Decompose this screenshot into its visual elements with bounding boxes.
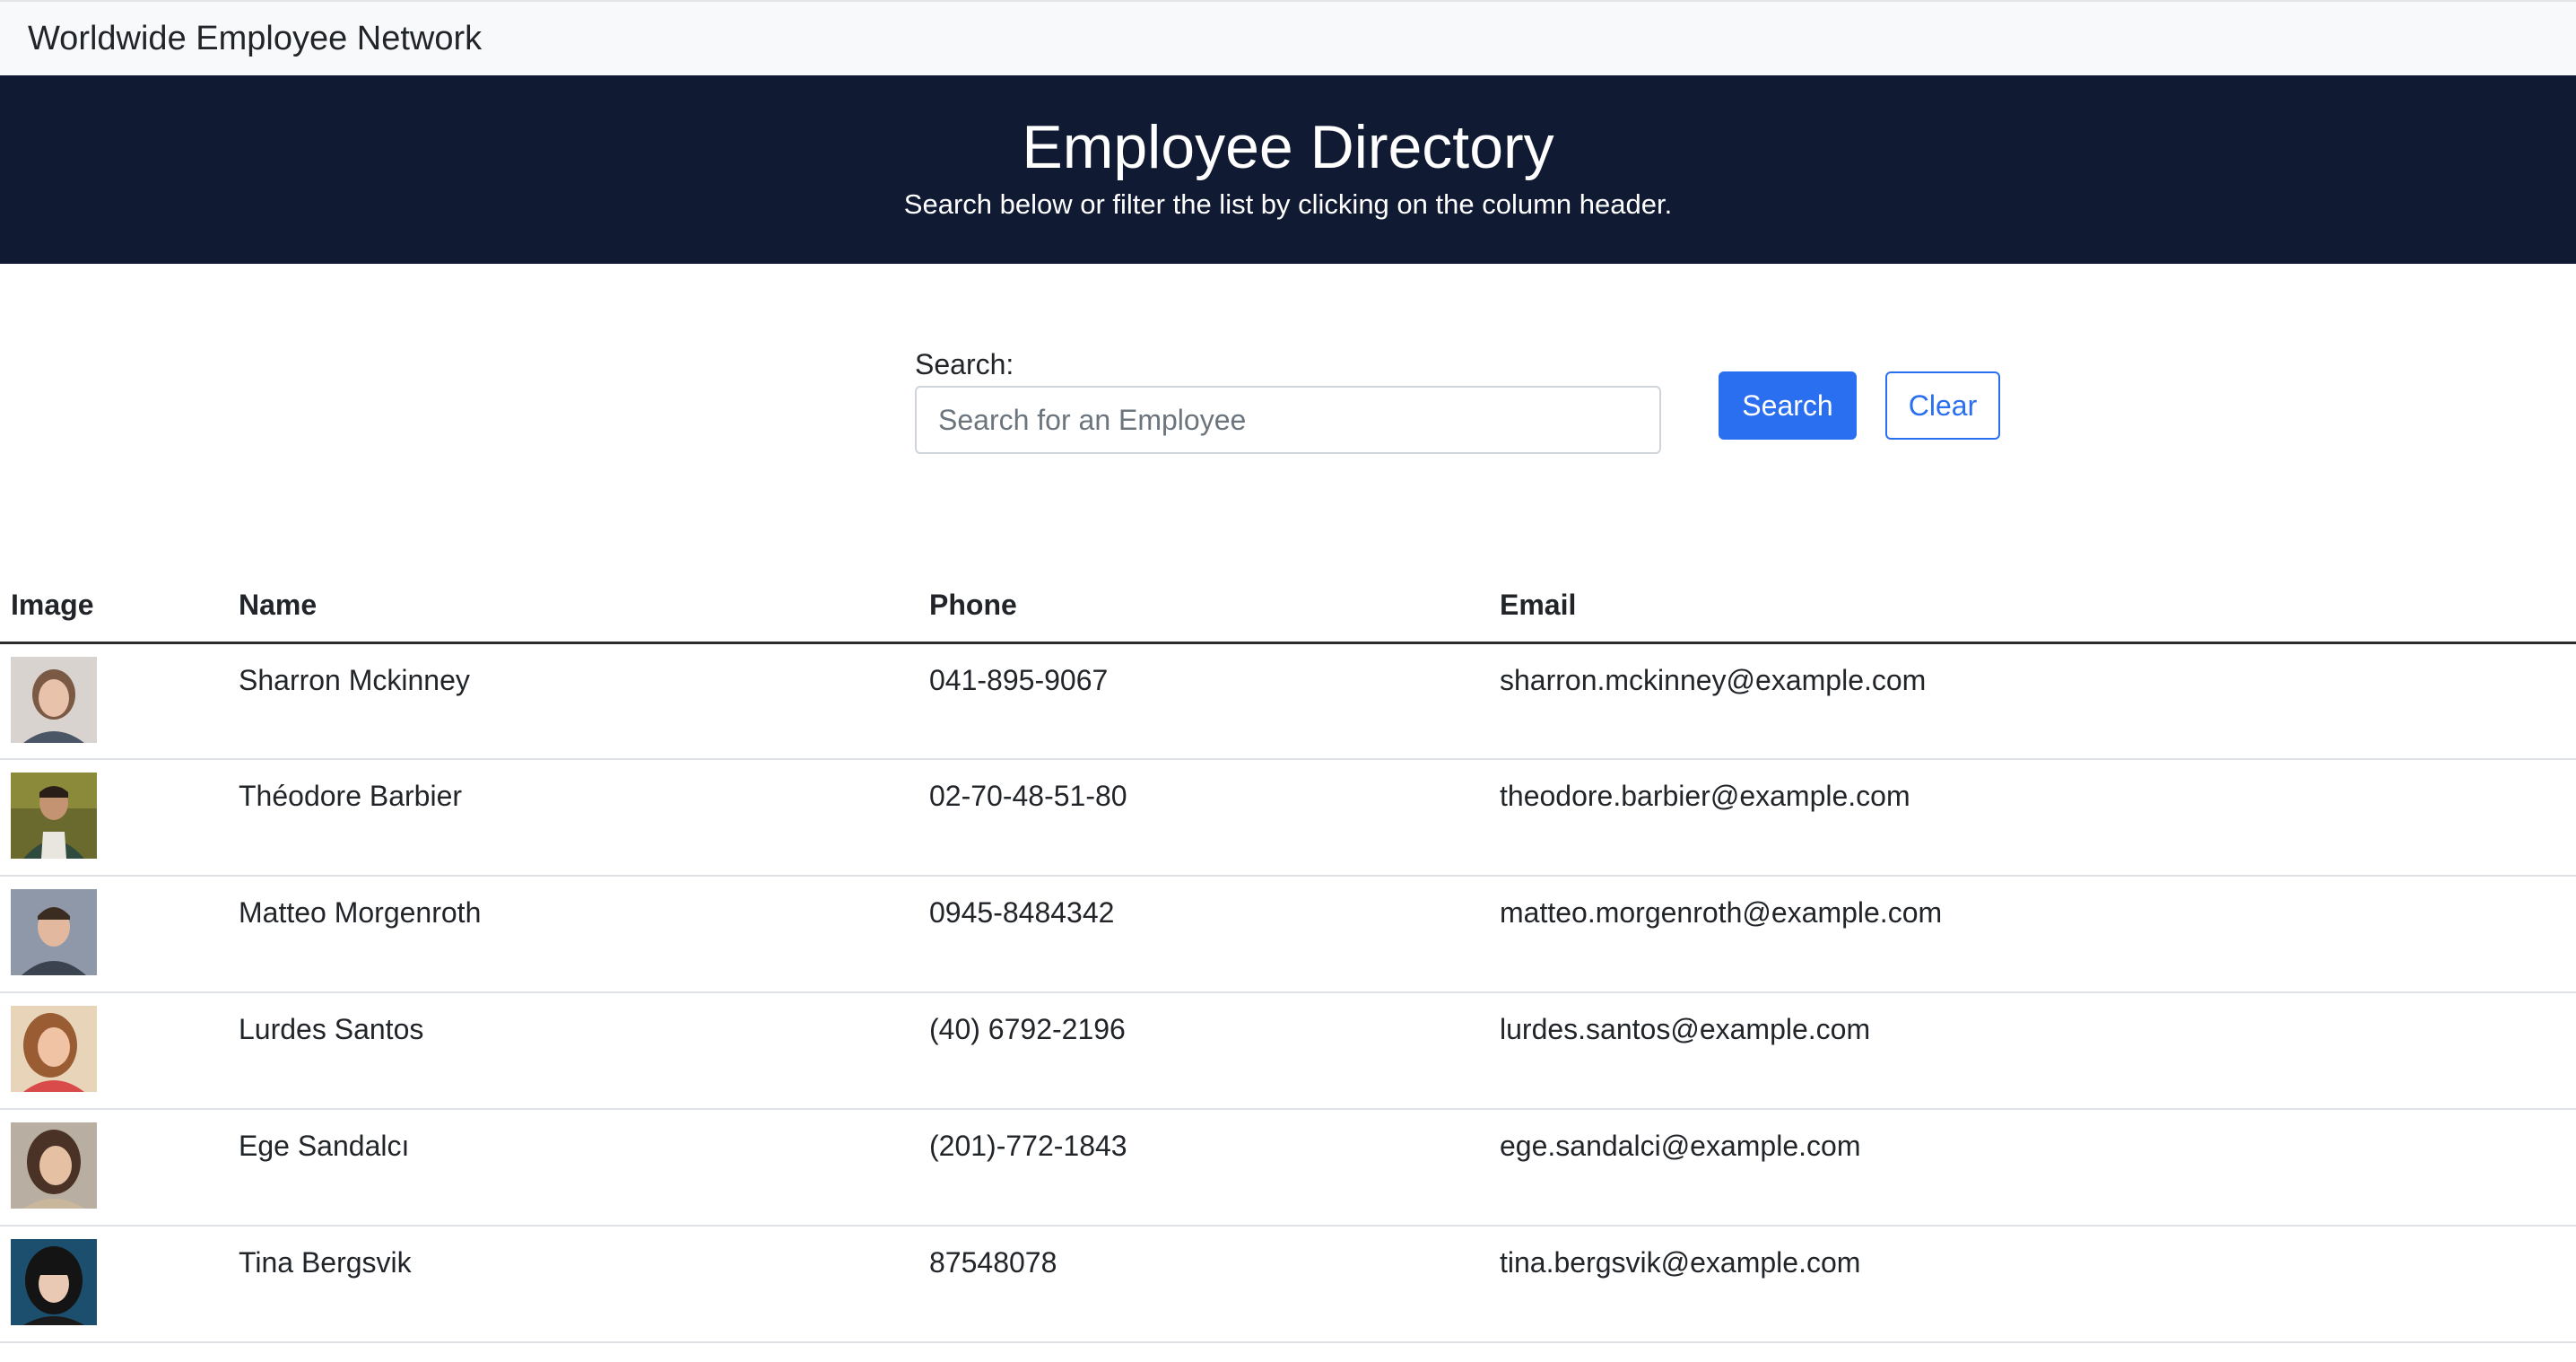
- image-cell: [0, 759, 239, 877]
- page-title: Employee Directory: [1022, 113, 1554, 181]
- table-header-row: Image Name Phone Email: [0, 574, 2576, 644]
- table-row: Ege Sandalcı (201)-772-1843 ege.sandalci…: [0, 1109, 2576, 1227]
- employee-name: Tina Bergsvik: [239, 1226, 929, 1343]
- employee-photo: [11, 1239, 97, 1325]
- employee-email[interactable]: matteo.morgenroth@example.com: [1500, 876, 2576, 993]
- image-cell: [0, 642, 239, 760]
- search-label: Search:: [915, 348, 1014, 380]
- employee-name: Lurdes Santos: [239, 992, 929, 1110]
- navbar-brand[interactable]: Worldwide Employee Network: [28, 20, 482, 58]
- table-header: Image Name Phone Email: [0, 574, 2576, 644]
- employee-email[interactable]: tina.bergsvik@example.com: [1500, 1226, 2576, 1343]
- column-header-phone[interactable]: Phone: [929, 574, 1500, 644]
- employee-email[interactable]: ege.sandalci@example.com: [1500, 1109, 2576, 1227]
- image-cell: [0, 1109, 239, 1227]
- top-navbar: Worldwide Employee Network: [0, 0, 2576, 75]
- employee-phone: (201)-772-1843: [929, 1109, 1500, 1227]
- table-row: Sharron Mckinney 041-895-9067 sharron.mc…: [0, 642, 2576, 760]
- search-input[interactable]: [915, 386, 1661, 454]
- employee-phone: 0945-8484342: [929, 876, 1500, 993]
- employee-name: Matteo Morgenroth: [239, 876, 929, 993]
- employee-email[interactable]: sharron.mckinney@example.com: [1500, 642, 2576, 760]
- employee-phone: 87548078: [929, 1226, 1500, 1343]
- employee-name: Ege Sandalcı: [239, 1109, 929, 1227]
- search-form: Search: Search Clear: [0, 264, 2576, 574]
- employee-phone: (40) 6792-2196: [929, 992, 1500, 1110]
- page-header: Employee Directory Search below or filte…: [0, 75, 2576, 264]
- employee-email[interactable]: theodore.barbier@example.com: [1500, 759, 2576, 877]
- image-cell: [0, 992, 239, 1110]
- column-header-name[interactable]: Name: [239, 574, 929, 644]
- clear-button[interactable]: Clear: [1885, 371, 2000, 440]
- employee-name: Sharron Mckinney: [239, 642, 929, 760]
- image-cell: [0, 1226, 239, 1343]
- table-row: Théodore Barbier 02-70-48-51-80 theodore…: [0, 759, 2576, 877]
- employee-table: Image Name Phone Email Sharron Mckinney …: [0, 574, 2576, 1343]
- table-row: Lurdes Santos (40) 6792-2196 lurdes.sant…: [0, 992, 2576, 1110]
- table-body: Sharron Mckinney 041-895-9067 sharron.mc…: [0, 642, 2576, 1343]
- search-button[interactable]: Search: [1719, 371, 1857, 440]
- employee-photo: [11, 1122, 97, 1209]
- employee-phone: 02-70-48-51-80: [929, 759, 1500, 877]
- employee-phone: 041-895-9067: [929, 642, 1500, 760]
- table-row: Tina Bergsvik 87548078 tina.bergsvik@exa…: [0, 1226, 2576, 1343]
- employee-name: Théodore Barbier: [239, 759, 929, 877]
- employee-email[interactable]: lurdes.santos@example.com: [1500, 992, 2576, 1110]
- employee-photo: [11, 889, 97, 975]
- column-header-email[interactable]: Email: [1500, 574, 2576, 644]
- page-subtitle: Search below or filter the list by click…: [903, 188, 1673, 220]
- table-row: Matteo Morgenroth 0945-8484342 matteo.mo…: [0, 876, 2576, 993]
- employee-photo: [11, 1006, 97, 1092]
- image-cell: [0, 876, 239, 993]
- column-header-image[interactable]: Image: [0, 574, 239, 644]
- employee-photo: [11, 656, 97, 743]
- employee-photo: [11, 773, 97, 859]
